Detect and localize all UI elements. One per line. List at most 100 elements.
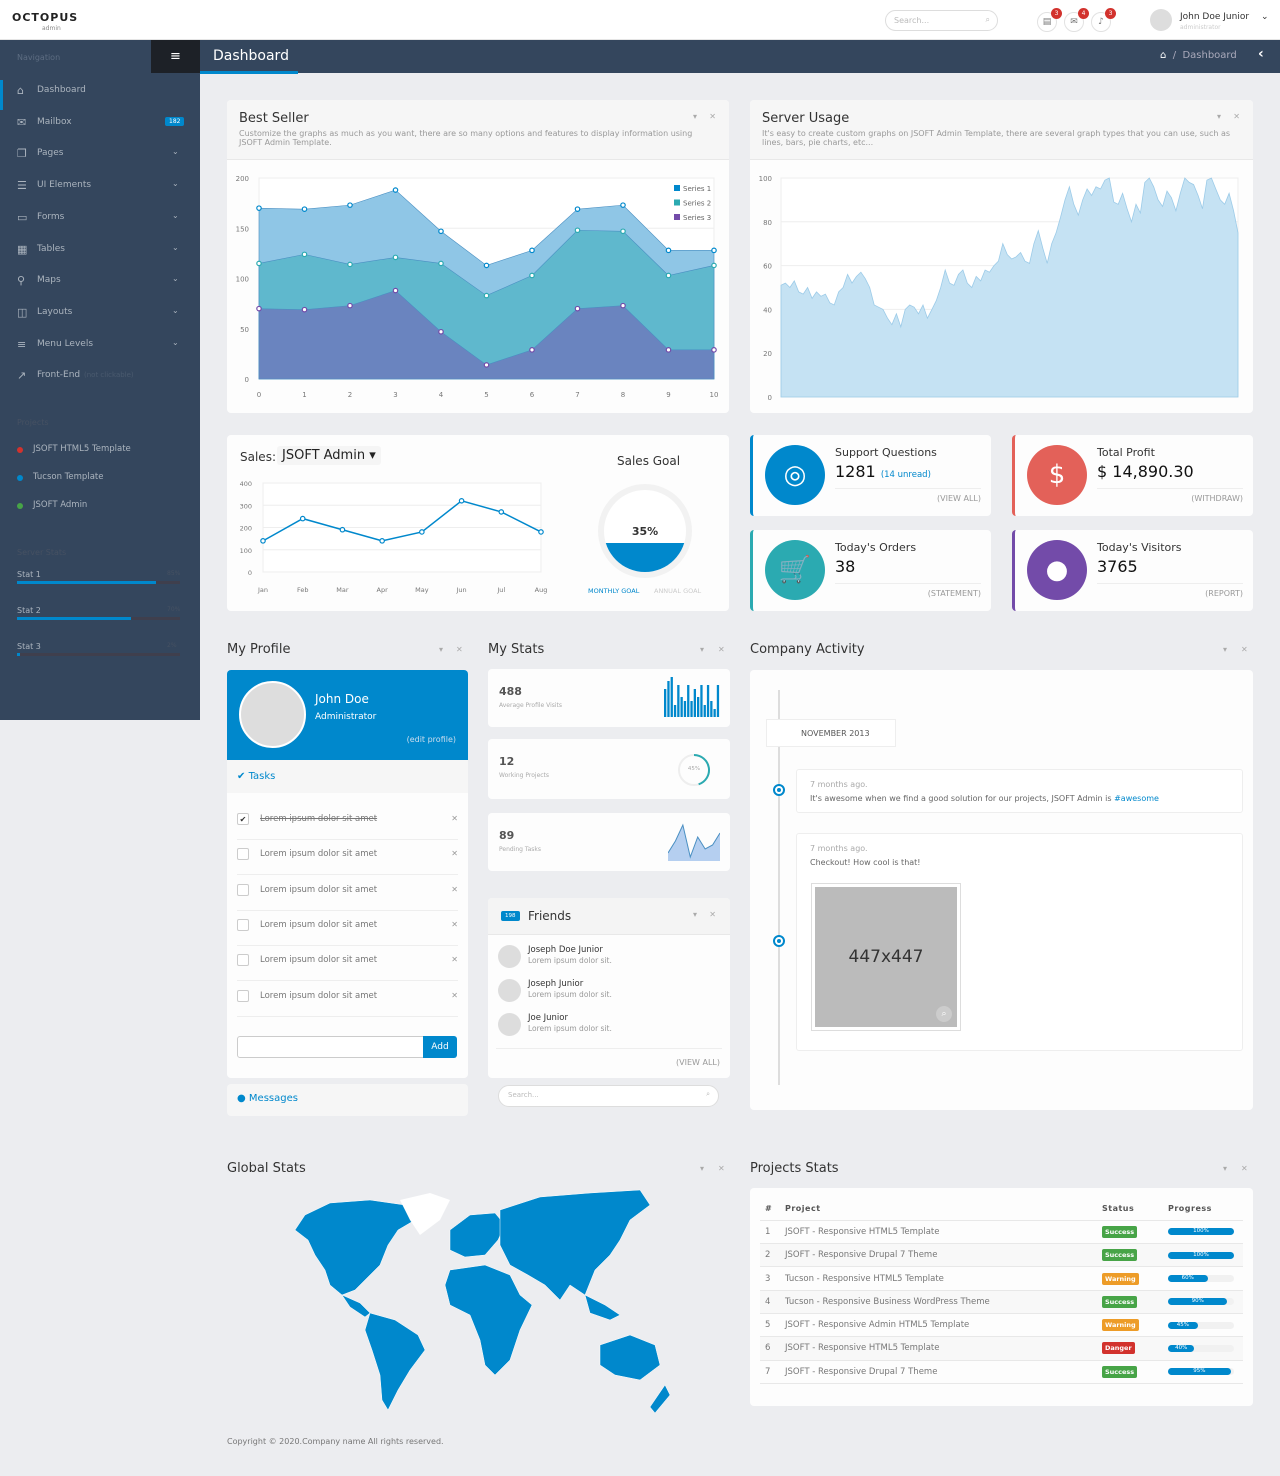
sidebar-item-dashboard[interactable]: ⌂ Dashboard	[0, 75, 200, 105]
y-tick-label: 50	[240, 326, 249, 334]
close-icon[interactable]: ✕	[718, 1164, 725, 1173]
breadcrumb-current[interactable]: Dashboard	[1182, 50, 1236, 61]
collapse-icon[interactable]: ▾	[1217, 112, 1221, 121]
collapse-icon[interactable]: ▾	[693, 910, 697, 919]
logo[interactable]: OCTOPUS	[12, 11, 78, 24]
collapse-icon[interactable]: ▾	[439, 645, 443, 654]
tasks-icon: ▤	[1042, 17, 1052, 27]
data-point	[256, 260, 262, 267]
task-text: Lorem ipsum dolor sit amet	[260, 814, 378, 824]
status-badge: Success	[1102, 1249, 1138, 1262]
header-search-input[interactable]: Search... ⌕	[885, 10, 998, 31]
home-icon[interactable]: ⌂	[1160, 50, 1166, 61]
project-label: Tucson Template	[33, 472, 104, 482]
collapse-icon[interactable]: ▾	[700, 645, 704, 654]
friends-search-input[interactable]: Search... ⌕	[498, 1085, 719, 1107]
card-link[interactable]: (WITHDRAW)	[1191, 494, 1243, 503]
task-checkbox[interactable]	[237, 954, 249, 967]
search-icon: ⌕	[985, 15, 990, 24]
map-new-zealand	[649, 1384, 671, 1414]
stat-box-profile-visits: 488 Average Profile Visits	[488, 669, 730, 727]
remove-task-icon[interactable]: ✕	[451, 955, 458, 964]
close-icon[interactable]: ✕	[709, 112, 716, 121]
card-link[interactable]: (STATEMENT)	[928, 589, 981, 598]
post-image-thumbnail[interactable]: 447x447 ⌕	[811, 883, 961, 1031]
add-task-button[interactable]: Add	[423, 1036, 457, 1058]
project-label: JSOFT Admin	[33, 500, 88, 510]
friend-avatar	[498, 945, 521, 968]
close-icon[interactable]: ✕	[1233, 112, 1240, 121]
task-checkbox[interactable]	[237, 848, 249, 861]
task-checkbox[interactable]	[237, 989, 249, 1002]
sidebar-toggle-button[interactable]: ≡	[151, 40, 200, 73]
close-icon[interactable]: ✕	[456, 645, 463, 654]
sidebar-item-maps[interactable]: ⚲ Maps ⌄	[0, 265, 200, 295]
tab-annual-goal[interactable]: ANNUAL GOAL	[654, 587, 701, 595]
stat-progress-bar	[17, 653, 180, 656]
collapse-icon[interactable]: ▾	[1223, 1164, 1227, 1173]
sidebar-item-mailbox[interactable]: ✉ Mailbox 182	[0, 107, 200, 137]
gauge-fill	[604, 543, 686, 572]
card-link[interactable]: (REPORT)	[1205, 589, 1243, 598]
chevron-left-icon[interactable]: ‹	[1258, 46, 1264, 62]
search-icon: ⌕	[706, 1090, 710, 1098]
best-seller-chart: 0 50 100 150 200 0 1 2 3 4 5 6 7 8 9 10 Series 1 Series 2…	[236, 175, 719, 399]
x-tick-label: Mar	[336, 586, 349, 594]
card-link[interactable]: (VIEW ALL)	[937, 494, 981, 503]
messages-panel[interactable]: ● Messages	[227, 1084, 468, 1116]
alerts-notification-button[interactable]: ♪ 3	[1091, 8, 1116, 32]
post-hashtag-link[interactable]: #awesome	[1114, 794, 1159, 803]
chevron-down-icon: ⌄	[172, 210, 179, 220]
remove-task-icon[interactable]: ✕	[451, 885, 458, 894]
task-checkbox[interactable]: ✔	[237, 813, 249, 825]
task-checkbox[interactable]	[237, 883, 249, 896]
sidebar-item-ui-elements[interactable]: ☰ UI Elements ⌄	[0, 170, 200, 200]
close-icon[interactable]: ✕	[709, 910, 716, 919]
zoom-icon[interactable]: ⌕	[936, 1006, 952, 1022]
envelope-icon: ✉	[17, 115, 27, 129]
x-tick-label: 8	[621, 391, 625, 399]
task-checkbox[interactable]	[237, 918, 249, 931]
tasks-title[interactable]: ✔ Tasks	[237, 771, 275, 782]
edit-profile-link[interactable]: (edit profile)	[407, 735, 456, 744]
sidebar-item-pages[interactable]: ❐ Pages ⌄	[0, 138, 200, 168]
remove-task-icon[interactable]: ✕	[451, 814, 458, 823]
sidebar-item-forms[interactable]: ▭ Forms ⌄	[0, 202, 200, 232]
sidebar-item-front-end[interactable]: ↗ Front-End (not clickable)	[0, 360, 200, 390]
collapse-icon[interactable]: ▾	[1223, 645, 1227, 654]
post-text: Checkout! How cool is that!	[810, 858, 921, 867]
legend-swatch	[674, 199, 680, 206]
close-icon[interactable]: ✕	[1241, 1164, 1248, 1173]
data-point	[483, 262, 490, 269]
user-name[interactable]: John Doe Junior	[1180, 12, 1249, 22]
user-avatar[interactable]	[1150, 9, 1172, 31]
section-title: My Stats	[488, 642, 545, 657]
tasks-notification-button[interactable]: ▤ 3	[1037, 8, 1062, 32]
data-point	[529, 247, 535, 254]
data-point	[711, 262, 717, 269]
messages-notification-button[interactable]: ✉ 4	[1064, 8, 1089, 32]
data-point	[574, 227, 581, 234]
new-task-input[interactable]	[237, 1036, 424, 1058]
friends-count-badge: 198	[501, 911, 520, 921]
data-point	[620, 202, 626, 208]
column-header: #	[760, 1197, 780, 1221]
close-icon[interactable]: ✕	[718, 645, 725, 654]
sales-select-dropdown[interactable]: JSOFT Admin ▾	[277, 446, 381, 465]
collapse-icon[interactable]: ▾	[700, 1164, 704, 1173]
remove-task-icon[interactable]: ✕	[451, 920, 458, 929]
friends-view-all-link[interactable]: (VIEW ALL)	[676, 1058, 720, 1067]
sidebar-item-tables[interactable]: ▦ Tables ⌄	[0, 234, 200, 264]
user-menu-chevron-icon[interactable]: ⌄	[1261, 12, 1269, 22]
sidebar-item-menu-levels[interactable]: ≡ Menu Levels ⌄	[0, 329, 200, 359]
collapse-icon[interactable]: ▾	[693, 112, 697, 121]
stat-label: Pending Tasks	[499, 846, 541, 853]
summary-card: $ Total Profit $ 14,890.30 (WITHDRAW)	[1012, 435, 1253, 516]
y-tick-label: 200	[240, 525, 252, 533]
remove-task-icon[interactable]: ✕	[451, 991, 458, 1000]
sidebar-item-layouts[interactable]: ◫ Layouts ⌄	[0, 297, 200, 327]
sales-label: Sales:	[240, 450, 276, 464]
tab-monthly-goal[interactable]: MONTHLY GOAL	[588, 587, 639, 595]
close-icon[interactable]: ✕	[1241, 645, 1248, 654]
remove-task-icon[interactable]: ✕	[451, 849, 458, 858]
